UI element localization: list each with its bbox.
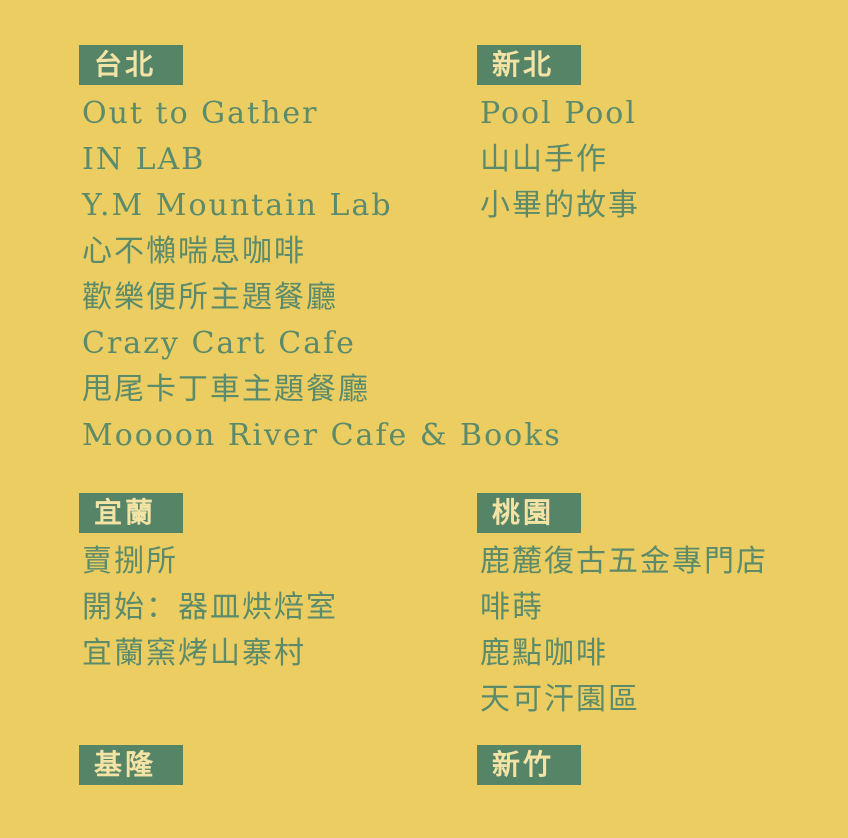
region-new-taipei: 新北 Pool Pool 山山手作 小畢的故事 xyxy=(477,45,640,229)
place-list-yilan: 賣捌所 開始：器皿烘焙室 宜蘭窯烤山寨村 xyxy=(82,539,338,677)
place-item: Crazy Cart Cafe xyxy=(82,326,356,361)
place-list-taoyuan: 鹿麓復古五金專門店 啡蒔 鹿點咖啡 天可汗園區 xyxy=(480,539,768,723)
place-item: 甩尾卡丁車主題餐廳 xyxy=(82,372,370,407)
place-item: 啡蒔 xyxy=(480,590,544,625)
place-item: 賣捌所 xyxy=(82,544,178,579)
region-label-taipei: 台北 xyxy=(79,45,183,85)
region-taoyuan: 桃園 鹿麓復古五金專門店 啡蒔 鹿點咖啡 天可汗園區 xyxy=(477,493,768,723)
place-item: 宜蘭窯烤山寨村 xyxy=(82,636,306,671)
region-label-yilan: 宜蘭 xyxy=(79,493,183,533)
place-item: Pool Pool xyxy=(480,96,637,131)
place-item: 山山手作 xyxy=(480,142,608,177)
region-hsinchu: 新竹 xyxy=(477,745,581,785)
region-label-keelung: 基隆 xyxy=(79,745,183,785)
place-item: Moooon River Cafe & Books xyxy=(82,418,562,453)
place-item: 天可汗園區 xyxy=(480,682,640,717)
region-keelung: 基隆 xyxy=(79,745,183,785)
place-item: 鹿點咖啡 xyxy=(480,636,608,671)
region-yilan: 宜蘭 賣捌所 開始：器皿烘焙室 宜蘭窯烤山寨村 xyxy=(79,493,338,677)
place-item: 小畢的故事 xyxy=(480,188,640,223)
place-list-new-taipei: Pool Pool 山山手作 小畢的故事 xyxy=(480,91,640,229)
region-label-taoyuan: 桃園 xyxy=(477,493,581,533)
place-item: 開始：器皿烘焙室 xyxy=(82,590,338,625)
place-item: 鹿麓復古五金專門店 xyxy=(480,544,768,579)
region-label-hsinchu: 新竹 xyxy=(477,745,581,785)
region-label-new-taipei: 新北 xyxy=(477,45,581,85)
place-item: 歡樂便所主題餐廳 xyxy=(82,280,338,315)
place-item: 心不懶喘息咖啡 xyxy=(82,234,306,269)
